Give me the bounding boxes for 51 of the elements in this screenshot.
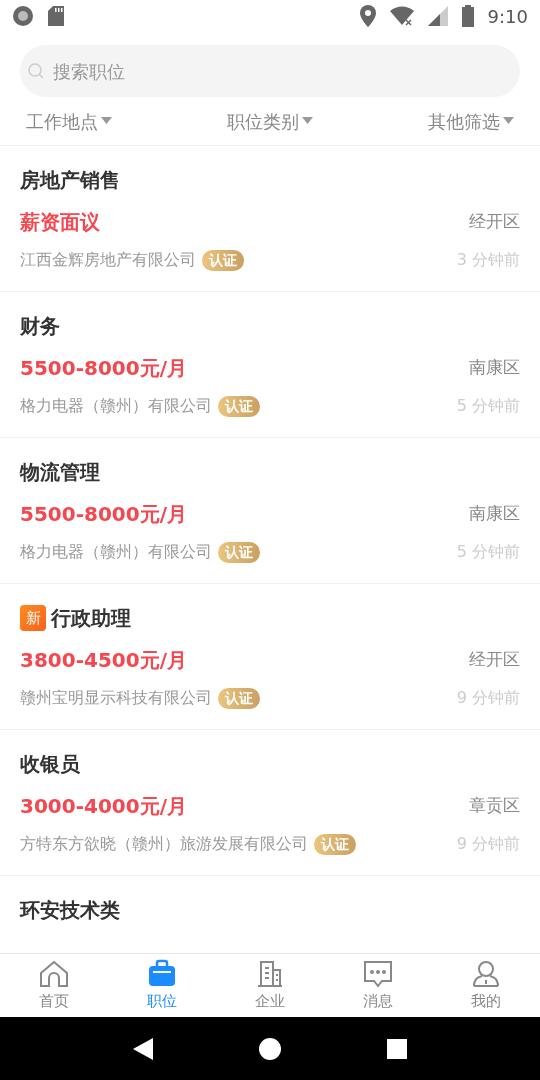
salary: 5500-8000元/月 xyxy=(20,501,187,528)
district: 章贡区 xyxy=(469,794,520,818)
job-title: 行政助理 xyxy=(51,605,131,632)
new-badge: 新 xyxy=(20,605,46,631)
filter-dropdown[interactable]: 职位类别 xyxy=(227,107,313,135)
verified-badge: 认证 xyxy=(218,541,260,563)
salary: 5500-8000元/月 xyxy=(20,355,187,382)
wifi-off-icon xyxy=(389,5,414,27)
caret-icon xyxy=(503,117,514,125)
district: 经开区 xyxy=(469,210,520,234)
district: 经开区 xyxy=(469,648,520,672)
verified-badge: 认证 xyxy=(314,833,356,855)
tab-item[interactable]: 首页 xyxy=(0,954,108,1017)
signal-icon xyxy=(427,6,448,26)
filter-dropdown[interactable]: 工作地点 xyxy=(26,107,112,135)
filter-dropdown[interactable]: 其他筛选 xyxy=(428,107,514,135)
company-name: 格力电器（赣州）有限公司 xyxy=(20,395,212,417)
clock-time: 9:10 xyxy=(487,4,528,29)
tab-item[interactable]: 职位 xyxy=(108,954,216,1017)
tab-item[interactable]: 消息 xyxy=(324,954,432,1017)
tab-item[interactable]: 企业 xyxy=(216,954,324,1017)
job-title: 财务 xyxy=(20,313,60,340)
job-title: 收银员 xyxy=(20,751,80,778)
search-icon xyxy=(27,62,45,80)
company-name: 格力电器（赣州）有限公司 xyxy=(20,541,212,563)
battery-icon xyxy=(461,5,474,27)
search-field[interactable]: 搜索职位 xyxy=(20,45,520,97)
verified-badge: 认证 xyxy=(218,395,260,417)
recent-apps-icon[interactable] xyxy=(387,1038,407,1059)
home-button-icon[interactable] xyxy=(259,1037,281,1060)
salary: 3800-4500元/月 xyxy=(20,647,187,674)
job-title: 物流管理 xyxy=(20,459,100,486)
caret-icon xyxy=(101,117,112,125)
salary: 薪资面议 xyxy=(20,209,100,236)
salary: 3000-4000元/月 xyxy=(20,793,187,820)
caret-icon xyxy=(302,117,313,125)
verified-badge: 认证 xyxy=(202,249,244,271)
district: 南康区 xyxy=(469,502,520,526)
search-input[interactable]: 搜索职位 xyxy=(53,57,513,85)
tab-item[interactable]: 我的 xyxy=(432,954,540,1017)
company-name: 江西金辉房地产有限公司 xyxy=(20,249,196,271)
circle-notification-icon xyxy=(12,5,34,27)
location-icon xyxy=(359,5,376,27)
verified-badge: 认证 xyxy=(218,687,260,709)
district: 南康区 xyxy=(469,356,520,380)
company-name: 方特东方欲晓（赣州）旅游发展有限公司 xyxy=(20,833,308,855)
company-name: 赣州宝明显示科技有限公司 xyxy=(20,687,212,709)
job-title: 环安技术类 xyxy=(20,897,120,924)
job-title: 房地产销售 xyxy=(20,167,120,194)
sd-card-icon xyxy=(48,6,64,26)
back-icon[interactable] xyxy=(133,1037,153,1060)
